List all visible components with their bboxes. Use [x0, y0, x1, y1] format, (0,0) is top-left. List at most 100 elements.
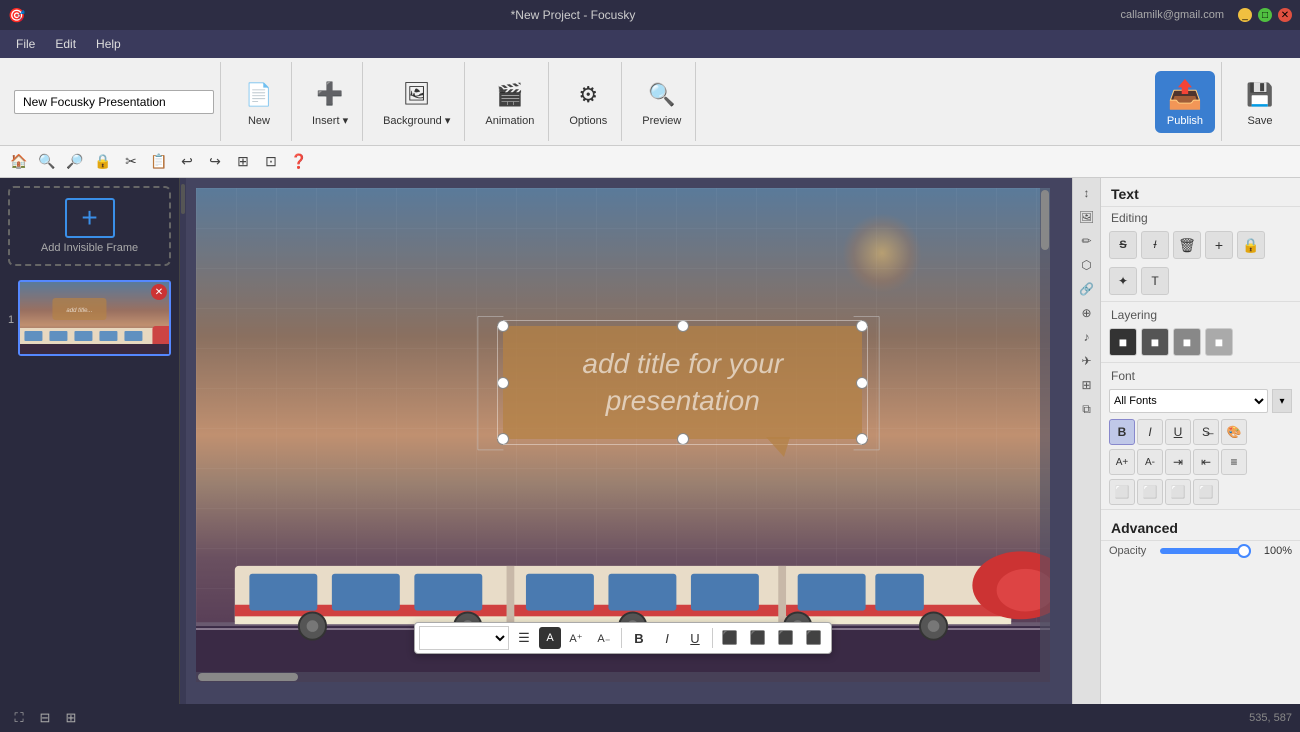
- strikethrough-btn[interactable]: S: [1109, 231, 1137, 259]
- italic-btn[interactable]: I: [654, 625, 680, 651]
- fit-btn[interactable]: ⊟: [34, 707, 56, 729]
- underline-btn[interactable]: U: [682, 625, 708, 651]
- text-color-btn[interactable]: A: [539, 627, 561, 649]
- menu-help[interactable]: Help: [88, 34, 129, 54]
- zoom-in-btn[interactable]: 🔍: [34, 149, 60, 175]
- cut-btn[interactable]: ✂: [118, 149, 144, 175]
- title-bar-controls: callamilk@gmail.com _ □ ✕: [1121, 8, 1292, 22]
- tf-bold-btn[interactable]: B: [1109, 419, 1135, 445]
- clear-format-btn[interactable]: I: [1141, 231, 1169, 259]
- font-family-select[interactable]: [419, 626, 509, 650]
- background-button[interactable]: 🖼 Background ▾: [375, 72, 458, 131]
- fmt-align-center[interactable]: ⬛: [745, 625, 771, 651]
- align-left-btn[interactable]: ⬜: [1109, 479, 1135, 505]
- layer-back-btn[interactable]: ■: [1173, 328, 1201, 356]
- ris-plane-btn[interactable]: ✈: [1076, 350, 1098, 372]
- title-text-box[interactable]: add title for your presentation: [503, 326, 862, 439]
- undo-btn[interactable]: ↩: [174, 149, 200, 175]
- tf-list-btn[interactable]: ≡: [1221, 449, 1247, 475]
- animation-button[interactable]: 🎬 Animation: [477, 73, 542, 131]
- publish-button[interactable]: 📤 Publish: [1155, 71, 1215, 133]
- expand-btn[interactable]: ⛶: [8, 707, 30, 729]
- canvas-scroll-thumb-h[interactable]: [198, 673, 298, 681]
- frame-btn[interactable]: ⊡: [258, 149, 284, 175]
- align-justify-btn[interactable]: ⬜: [1193, 479, 1219, 505]
- options-button[interactable]: ⚙ Options: [561, 73, 615, 131]
- subscript-btn[interactable]: A₋: [591, 625, 617, 651]
- highlight-btn[interactable]: ✦: [1109, 267, 1137, 295]
- ris-shape-btn[interactable]: ⬡: [1076, 254, 1098, 276]
- font-family-dropdown[interactable]: All Fonts: [1109, 389, 1268, 413]
- align-center-btn[interactable]: ⬜: [1137, 479, 1163, 505]
- opacity-thumb[interactable]: [1237, 544, 1251, 558]
- tf-italic-btn[interactable]: I: [1137, 419, 1163, 445]
- zoom-out-btn[interactable]: 🔎: [62, 149, 88, 175]
- layer-front-btn[interactable]: ■: [1109, 328, 1137, 356]
- align-right-btn[interactable]: ⬜: [1165, 479, 1191, 505]
- ris-music-btn[interactable]: ♪: [1076, 326, 1098, 348]
- slide-thumb-1[interactable]: add title... ✕: [18, 280, 171, 356]
- ris-layers-btn[interactable]: ⧉: [1076, 398, 1098, 420]
- title-text[interactable]: add title for your presentation: [523, 346, 842, 419]
- lock-text-btn[interactable]: 🔒: [1237, 231, 1265, 259]
- handle-tl[interactable]: [497, 320, 509, 332]
- menu-edit[interactable]: Edit: [47, 34, 84, 54]
- opacity-slider[interactable]: [1160, 548, 1251, 554]
- canvas-scrollbar-v[interactable]: [1040, 188, 1050, 682]
- home-icon-btn[interactable]: 🏠: [6, 149, 32, 175]
- close-button[interactable]: ✕: [1278, 8, 1292, 22]
- maximize-button[interactable]: □: [1258, 8, 1272, 22]
- ris-link-btn[interactable]: 🔗: [1076, 278, 1098, 300]
- bold-btn[interactable]: B: [626, 625, 652, 651]
- preview-button[interactable]: 🔍 Preview: [634, 73, 689, 131]
- left-scrollbar[interactable]: [181, 184, 185, 214]
- text-format-row2: A+ A- ⇥ ⇤ ≡: [1101, 447, 1300, 477]
- save-button[interactable]: 💾 Save: [1234, 73, 1286, 131]
- tf-size-up-btn[interactable]: A+: [1109, 449, 1135, 475]
- ris-image-btn[interactable]: 🖼: [1076, 206, 1098, 228]
- menu-file[interactable]: File: [8, 34, 43, 54]
- fmt-align-right[interactable]: ⬛: [773, 625, 799, 651]
- handle-ml[interactable]: [497, 377, 509, 389]
- animation-label: Animation: [485, 115, 534, 127]
- tf-indent-less-btn[interactable]: ⇤: [1193, 449, 1219, 475]
- tf-underline-btn[interactable]: U: [1165, 419, 1191, 445]
- fmt-align-justify[interactable]: ⬛: [801, 625, 827, 651]
- delete-btn[interactable]: 🗑: [1173, 231, 1201, 259]
- ris-pen-btn[interactable]: ✏: [1076, 230, 1098, 252]
- canvas-scroll-thumb-v[interactable]: [1041, 190, 1049, 250]
- tf-color-pick-btn[interactable]: 🎨: [1221, 419, 1247, 445]
- add-text-btn[interactable]: +: [1205, 231, 1233, 259]
- presentation-canvas[interactable]: add title for your presentation ☰: [196, 188, 1050, 682]
- copy-btn[interactable]: 📋: [146, 149, 172, 175]
- canvas-area[interactable]: add title for your presentation ☰: [186, 178, 1072, 704]
- slide-close-1[interactable]: ✕: [151, 284, 167, 300]
- layout-btn[interactable]: ⊞: [60, 707, 82, 729]
- minimize-button[interactable]: _: [1238, 8, 1252, 22]
- text-type-btn[interactable]: T: [1141, 267, 1169, 295]
- grid-btn[interactable]: ⊞: [230, 149, 256, 175]
- handle-mr[interactable]: [856, 377, 868, 389]
- list-format-btn[interactable]: ☰: [511, 625, 537, 651]
- font-dropdown-arrow[interactable]: ▾: [1272, 389, 1292, 413]
- layer-forward-btn[interactable]: ■: [1141, 328, 1169, 356]
- superscript-btn[interactable]: A⁺: [563, 625, 589, 651]
- ris-zoom-btn[interactable]: ⊕: [1076, 302, 1098, 324]
- fmt-align-left[interactable]: ⬛: [717, 625, 743, 651]
- handle-bm[interactable]: [677, 433, 689, 445]
- canvas-scrollbar-h[interactable]: [196, 672, 1040, 682]
- ris-move-btn[interactable]: ↕: [1076, 182, 1098, 204]
- new-button[interactable]: 📄 New: [233, 73, 285, 131]
- tf-strikeout-btn[interactable]: S̶: [1193, 419, 1219, 445]
- handle-tm[interactable]: [677, 320, 689, 332]
- redo-btn[interactable]: ↪: [202, 149, 228, 175]
- tf-indent-more-btn[interactable]: ⇥: [1165, 449, 1191, 475]
- tf-size-down-btn[interactable]: A-: [1137, 449, 1163, 475]
- layer-backward-btn[interactable]: ■: [1205, 328, 1233, 356]
- help-icon-btn[interactable]: ❓: [286, 149, 312, 175]
- lock-btn[interactable]: 🔒: [90, 149, 116, 175]
- add-frame-button[interactable]: + Add Invisible Frame: [8, 186, 171, 266]
- ris-layout-btn[interactable]: ⊞: [1076, 374, 1098, 396]
- presentation-name-input[interactable]: [14, 90, 214, 114]
- insert-button[interactable]: ➕ Insert ▾: [304, 72, 356, 131]
